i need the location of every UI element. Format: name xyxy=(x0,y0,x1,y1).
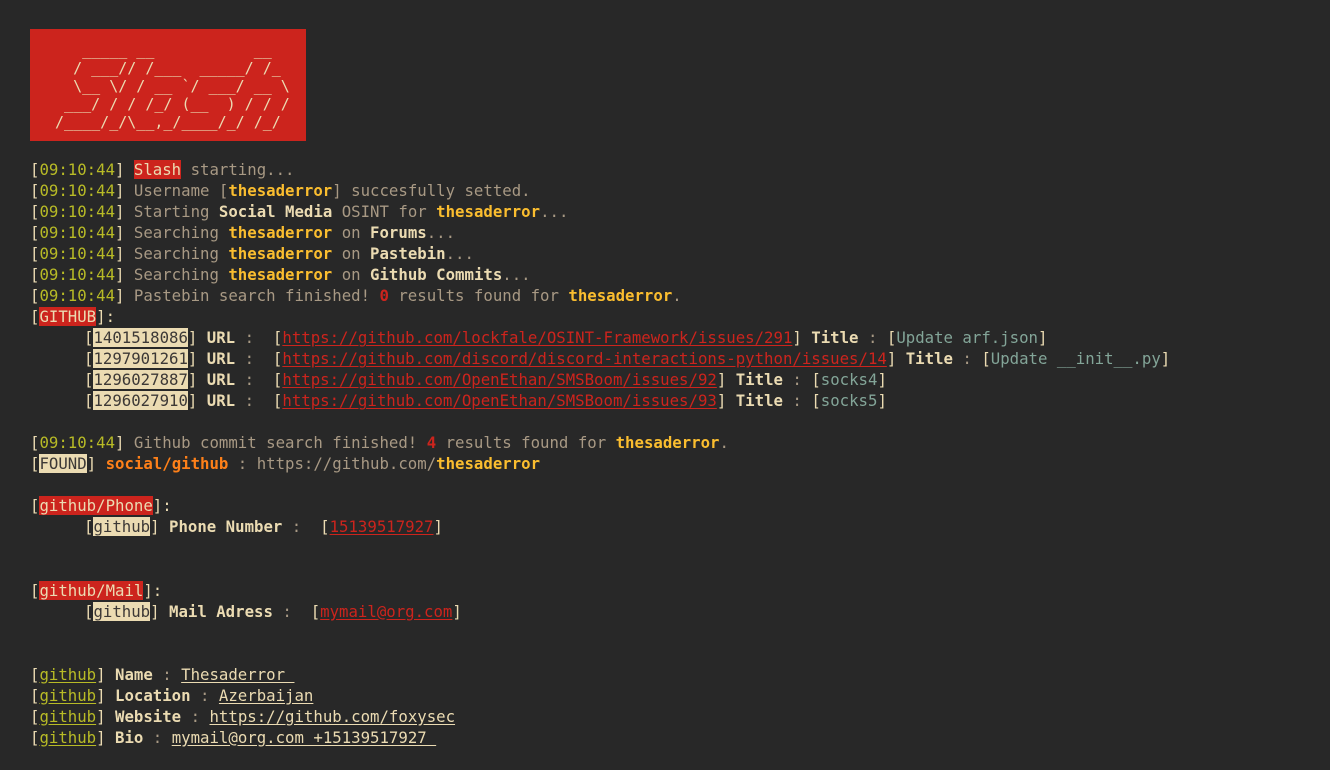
github-result-id: 1296027910 xyxy=(93,391,187,410)
log-line-start-osint: [09:10:44] Starting Social Media OSINT f… xyxy=(30,201,1300,222)
github-result-url[interactable]: https://github.com/OpenEthan/SMSBoom/iss… xyxy=(282,391,716,410)
github-result-title: Update arf.json xyxy=(896,328,1038,347)
log-line-username: [09:10:44] Username [thesaderror] succes… xyxy=(30,180,1300,201)
terminal-output: _____ __ __ / ___// /___ _____/ /_ \__ \… xyxy=(0,0,1330,762)
github-result-title: socks4 xyxy=(821,370,878,389)
phone-section-header: [github/Phone]: xyxy=(30,495,1300,516)
log-line-commits-done: [09:10:44] Github commit search finished… xyxy=(30,432,1300,453)
github-result-id: 1401518086 xyxy=(93,328,187,347)
mail-section-header: [github/Mail]: xyxy=(30,580,1300,601)
mail-row: [github] Mail Adress : [mymail@org.com] xyxy=(30,601,1300,622)
profile-location: [github] Location : Azerbaijan xyxy=(30,685,1300,706)
log-line-search-pastebin: [09:10:44] Searching thesaderror on Past… xyxy=(30,243,1300,264)
github-result-row: [1296027887] URL : [https://github.com/O… xyxy=(30,369,1300,390)
github-result-url[interactable]: https://github.com/discord/discord-inter… xyxy=(282,349,886,368)
profile-website-link[interactable]: https://github.com/foxysec xyxy=(209,707,455,726)
profile-location-link[interactable]: Azerbaijan xyxy=(219,686,313,705)
github-result-title: Update __init__.py xyxy=(991,349,1161,368)
ascii-logo: _____ __ __ / ___// /___ _____/ /_ \__ \… xyxy=(30,29,306,141)
profile-website: [github] Website : https://github.com/fo… xyxy=(30,706,1300,727)
app-name-badge: Slash xyxy=(134,160,181,179)
log-line-search-forums: [09:10:44] Searching thesaderror on Foru… xyxy=(30,222,1300,243)
profile-bio: [github] Bio : mymail@org.com +151395179… xyxy=(30,727,1300,748)
github-result-url[interactable]: https://github.com/OpenEthan/SMSBoom/iss… xyxy=(282,370,716,389)
github-section-header: [GITHUB]: xyxy=(30,306,1300,327)
github-results-list: [1401518086] URL : [https://github.com/l… xyxy=(30,327,1300,411)
github-result-title: socks5 xyxy=(821,391,878,410)
log-line-search-commits: [09:10:44] Searching thesaderror on Gith… xyxy=(30,264,1300,285)
log-line-starting: [09:10:44] Slash starting... xyxy=(30,159,1300,180)
phone-row: [github] Phone Number : [15139517927] xyxy=(30,516,1300,537)
github-result-url[interactable]: https://github.com/lockfale/OSINT-Framew… xyxy=(282,328,792,347)
profile-bio-link[interactable]: mymail@org.com +15139517927 xyxy=(172,728,436,747)
phone-link[interactable]: 15139517927 xyxy=(330,517,434,536)
mail-link[interactable]: mymail@org.com xyxy=(320,602,452,621)
github-result-row: [1296027910] URL : [https://github.com/O… xyxy=(30,390,1300,411)
github-result-row: [1297901261] URL : [https://github.com/d… xyxy=(30,348,1300,369)
github-result-id: 1296027887 xyxy=(93,370,187,389)
log-line-pastebin-done: [09:10:44] Pastebin search finished! 0 r… xyxy=(30,285,1300,306)
profile-name: [github] Name : Thesaderror xyxy=(30,664,1300,685)
github-result-row: [1401518086] URL : [https://github.com/l… xyxy=(30,327,1300,348)
log-line-found: [FOUND] social/github : https://github.c… xyxy=(30,453,1300,474)
github-result-id: 1297901261 xyxy=(93,349,187,368)
profile-name-link[interactable]: Thesaderror xyxy=(181,665,294,684)
